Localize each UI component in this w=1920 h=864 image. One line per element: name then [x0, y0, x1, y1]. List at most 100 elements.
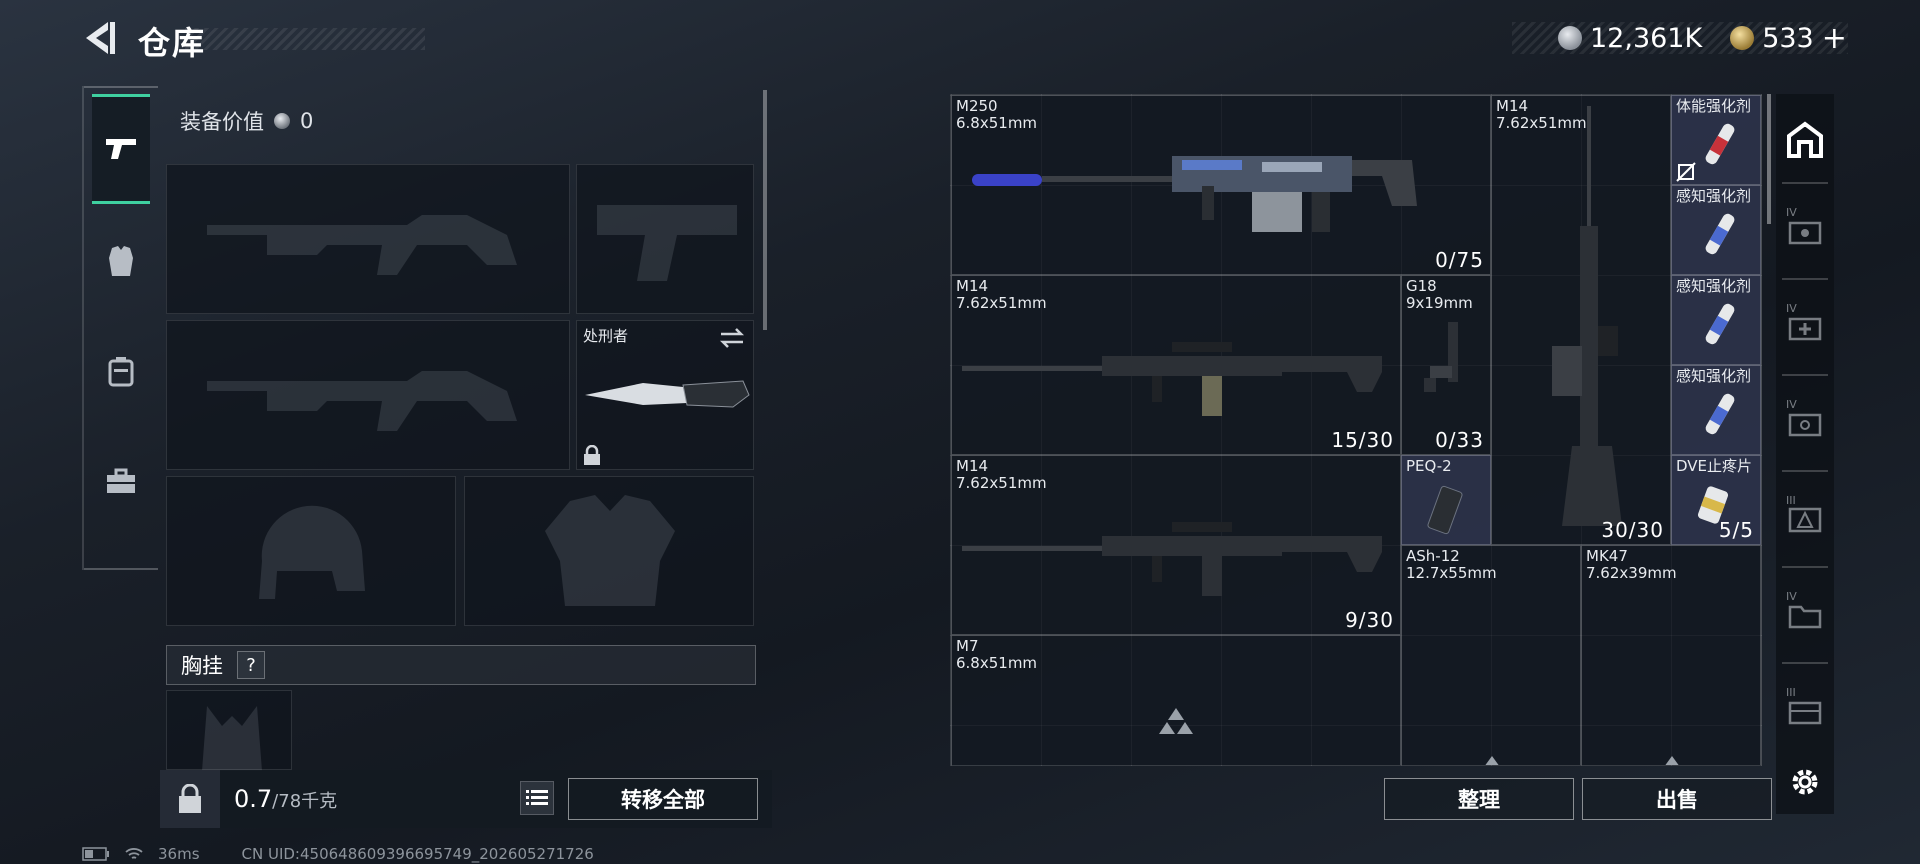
inventory-item[interactable]: G18 9x19mm 0/33: [1401, 275, 1491, 455]
inventory-item[interactable]: 感知强化剂: [1671, 275, 1761, 365]
tab-level: IV: [1786, 398, 1797, 411]
item-name: 感知强化剂: [1676, 187, 1752, 205]
pistol-icon: [106, 139, 136, 159]
nav-case[interactable]: [92, 426, 150, 536]
item-count: 0/33: [1435, 428, 1484, 452]
backpack-icon: [108, 357, 134, 387]
tab-storage-4[interactable]: III: [1780, 488, 1830, 548]
vest-silhouette-icon: [545, 495, 675, 606]
item-count: 30/30: [1601, 518, 1664, 542]
item-count: 15/30: [1331, 428, 1394, 452]
inventory-item[interactable]: 感知强化剂: [1671, 185, 1761, 275]
capacity-lock-button[interactable]: [160, 770, 220, 828]
ammo-case-icon: [1788, 413, 1822, 437]
pistol-icon: [1424, 322, 1458, 392]
equipment-value-label: 装备价值: [180, 110, 264, 134]
gold-amount: 533: [1762, 22, 1814, 54]
list-view-button[interactable]: [520, 781, 554, 815]
tab-storage-3[interactable]: IV: [1780, 392, 1830, 452]
inventory-item[interactable]: 感知强化剂: [1671, 365, 1761, 455]
melee-slot[interactable]: 处刑者: [576, 320, 754, 470]
rifle-icon: [962, 342, 1382, 416]
item-count: 0/75: [1435, 248, 1484, 272]
inventory-item[interactable]: MK47 7.62x39mm: [1581, 545, 1761, 765]
weight-current: 0.7: [234, 785, 273, 813]
inventory-item[interactable]: 体能强化剂: [1671, 95, 1761, 185]
syringe-red-icon: [1705, 123, 1735, 165]
folder-icon: [1788, 605, 1822, 629]
tab-storage-2[interactable]: IV: [1780, 296, 1830, 356]
wifi-icon: [125, 848, 143, 859]
item-caliber: 6.8x51mm: [956, 654, 1038, 672]
loading-triangles-icon: [1159, 708, 1193, 734]
item-caliber: 7.62x51mm: [956, 294, 1047, 312]
inventory-item[interactable]: M14 7.62x51mm 9/30: [951, 455, 1401, 635]
chest-rig-slot[interactable]: [166, 690, 292, 771]
sell-button[interactable]: 出售: [1582, 778, 1772, 820]
lock-icon: [584, 445, 600, 465]
inventory-item[interactable]: M250 6.8x51mm 0/75: [951, 95, 1491, 275]
medkit-icon: [1788, 317, 1822, 341]
tab-storage-5[interactable]: IV: [1780, 584, 1830, 644]
tab-storage-6[interactable]: III: [1780, 680, 1830, 740]
nav-armor[interactable]: [92, 206, 150, 316]
title-decoration: [185, 28, 425, 50]
tab-level: III: [1786, 494, 1796, 507]
currency-bar: 12,361K 533 +: [1512, 21, 1848, 56]
nav-weapons[interactable]: [92, 94, 150, 204]
machine-gun-icon: [972, 156, 1417, 232]
status-bar: 36ms CN UID:450648609396695749_202605271…: [82, 845, 594, 863]
inventory-item[interactable]: M14 7.62x51mm 15/30: [951, 275, 1401, 455]
tab-storage-1[interactable]: IV: [1780, 200, 1830, 260]
add-gold-button[interactable]: +: [1822, 21, 1847, 56]
settings-button[interactable]: [1780, 752, 1830, 812]
ping: 36ms: [158, 845, 200, 863]
rifle-icon: [962, 522, 1382, 596]
inventory-item[interactable]: M7 6.8x51mm: [951, 635, 1401, 765]
item-name: G18: [1406, 277, 1437, 295]
help-button[interactable]: ?: [237, 651, 265, 679]
rifle-silhouette-icon: [207, 215, 517, 275]
gear-box-icon: [1788, 507, 1822, 533]
primary-weapon-slot[interactable]: [166, 164, 570, 314]
item-name: 感知强化剂: [1676, 277, 1752, 295]
equipment-scrollbar[interactable]: [763, 90, 767, 330]
silver-coin-icon: [1558, 26, 1582, 50]
back-button[interactable]: [80, 18, 120, 58]
organize-button[interactable]: 整理: [1384, 778, 1574, 820]
syringe-blue-icon: [1705, 303, 1735, 345]
item-name: 感知强化剂: [1676, 367, 1752, 385]
transfer-all-button[interactable]: 转移全部: [568, 778, 758, 820]
storage-tabs: IV IV IV III IV III: [1776, 94, 1834, 814]
more-items-up-icon: [1664, 756, 1680, 765]
gear-icon: [1792, 769, 1818, 795]
inventory-item[interactable]: M14 7.62x51mm 30/30: [1491, 95, 1671, 545]
inventory-item[interactable]: DVE止疼片 5/5: [1671, 455, 1761, 545]
pistol-silhouette-icon: [597, 205, 737, 281]
body-armor-slot[interactable]: [464, 476, 754, 626]
item-caliber: 7.62x39mm: [1586, 564, 1677, 582]
nav-backpack[interactable]: [92, 316, 150, 426]
sidearm-slot[interactable]: [576, 164, 754, 314]
swap-icon[interactable]: [719, 327, 745, 349]
tab-level: IV: [1786, 206, 1797, 219]
item-name: M14: [1496, 97, 1529, 115]
tab-warehouse[interactable]: [1780, 110, 1830, 170]
secondary-weapon-slot[interactable]: [166, 320, 570, 470]
silver-amount: 12,361K: [1590, 22, 1703, 54]
inventory-item[interactable]: PEQ-2: [1401, 455, 1491, 545]
tab-level: IV: [1786, 590, 1797, 603]
inventory-item[interactable]: ASh-12 12.7x55mm: [1401, 545, 1581, 765]
melee-name: 处刑者: [583, 327, 629, 345]
no-insure-icon: [1676, 162, 1696, 182]
briefcase-icon: [107, 468, 135, 493]
weight-lock-icon: [179, 784, 201, 813]
syringe-blue-icon: [1705, 393, 1735, 435]
crate-icon: [1788, 701, 1822, 725]
item-name: ASh-12: [1406, 547, 1460, 565]
battery-icon: [82, 847, 109, 861]
warehouse-icon: [1787, 121, 1823, 158]
helmet-slot[interactable]: [166, 476, 456, 626]
chest-rig-label: 胸挂: [181, 654, 223, 678]
inventory-scrollbar[interactable]: [1767, 94, 1771, 224]
